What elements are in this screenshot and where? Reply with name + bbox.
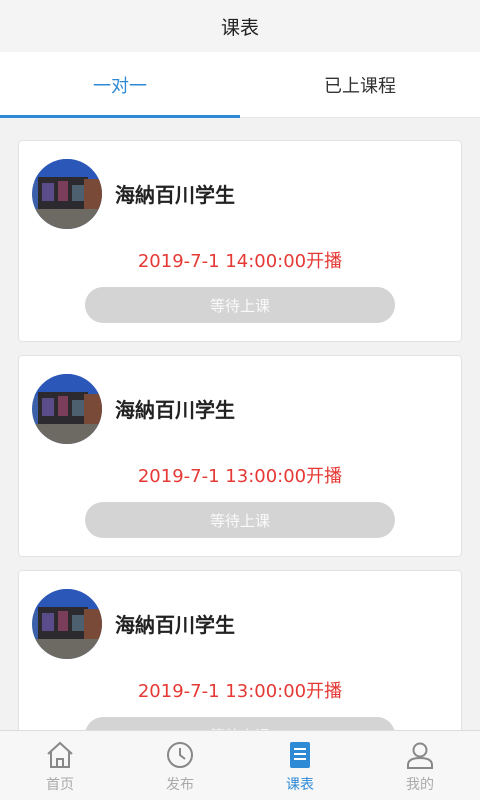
tab-label: 一对一 (93, 75, 147, 97)
tab-label: 已上课程 (324, 75, 396, 97)
student-name: 海納百川学生 (115, 398, 235, 422)
student-name: 海納百川学生 (115, 183, 235, 207)
course-card[interactable]: 海納百川学生 2019-7-1 13:00:00开播 等待上课 (18, 570, 462, 730)
start-time: 2019-7-1 14:00:00开播 (137, 251, 343, 272)
avatar (32, 589, 102, 659)
user-icon (407, 742, 433, 769)
page-header: 课表 (0, 0, 480, 52)
tabbar-item-schedule[interactable]: 课表 (240, 731, 360, 800)
tab-bar-top: 一对一 已上课程 (0, 52, 480, 118)
tab-finished-courses[interactable]: 已上课程 (240, 52, 480, 117)
course-card[interactable]: 海納百川学生 2019-7-1 14:00:00开播 等待上课 (18, 140, 462, 342)
tabbar-item-home[interactable]: 首页 (0, 731, 120, 800)
home-icon (47, 741, 73, 768)
tabbar-label: 课表 (286, 777, 314, 793)
bottom-tab-bar: 首页 发布 课表 我的 (0, 730, 480, 800)
tabbar-item-mine[interactable]: 我的 (360, 731, 480, 800)
tabbar-label: 发布 (166, 777, 194, 793)
tabbar-label: 首页 (46, 777, 74, 793)
waiting-class-button[interactable]: 等待上课 (85, 287, 395, 323)
tabbar-item-publish[interactable]: 发布 (120, 731, 240, 800)
tab-one-on-one[interactable]: 一对一 (0, 52, 240, 118)
waiting-class-button[interactable]: 等待上课 (85, 717, 395, 730)
start-time: 2019-7-1 13:00:00开播 (137, 466, 343, 487)
course-card[interactable]: 海納百川学生 2019-7-1 13:00:00开播 等待上课 (18, 355, 462, 557)
start-time: 2019-7-1 13:00:00开播 (137, 681, 343, 702)
avatar (32, 374, 102, 444)
tabbar-label: 我的 (406, 777, 434, 793)
avatar (32, 159, 102, 229)
waiting-class-button[interactable]: 等待上课 (85, 502, 395, 538)
schedule-icon (290, 742, 310, 768)
course-list[interactable]: 海納百川学生 2019-7-1 14:00:00开播 等待上课 海納百川学生 2… (0, 118, 480, 730)
clock-icon (167, 742, 193, 768)
student-name: 海納百川学生 (115, 613, 235, 637)
page-title: 课表 (220, 16, 259, 39)
